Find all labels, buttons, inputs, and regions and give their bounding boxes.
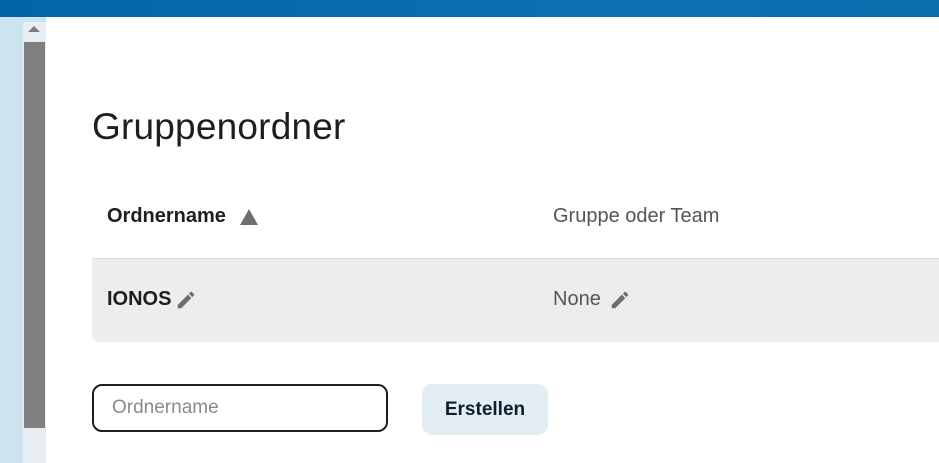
column-header-folder-name[interactable]: Ordnername [107, 205, 258, 228]
folder-name: IONOS [107, 288, 172, 310]
table-row [92, 259, 939, 342]
group-value: None [553, 288, 601, 310]
page-title: Gruppenordner [92, 106, 346, 147]
top-bar [0, 0, 939, 17]
edit-folder-name-pencil-icon[interactable] [175, 289, 197, 311]
column-header-group: Gruppe oder Team [553, 205, 720, 227]
column-header-folder-name-label: Ordnername [107, 205, 226, 227]
scroll-up-arrow-icon[interactable] [28, 26, 40, 32]
scrollbar-thumb[interactable] [24, 42, 45, 428]
group-cell: None [553, 288, 631, 311]
folder-name-cell: IONOS [107, 288, 197, 311]
folder-name-input[interactable] [92, 384, 388, 432]
sort-ascending-icon[interactable] [239, 209, 258, 225]
edit-group-pencil-icon[interactable] [609, 289, 631, 311]
create-button[interactable]: Erstellen [422, 384, 548, 435]
